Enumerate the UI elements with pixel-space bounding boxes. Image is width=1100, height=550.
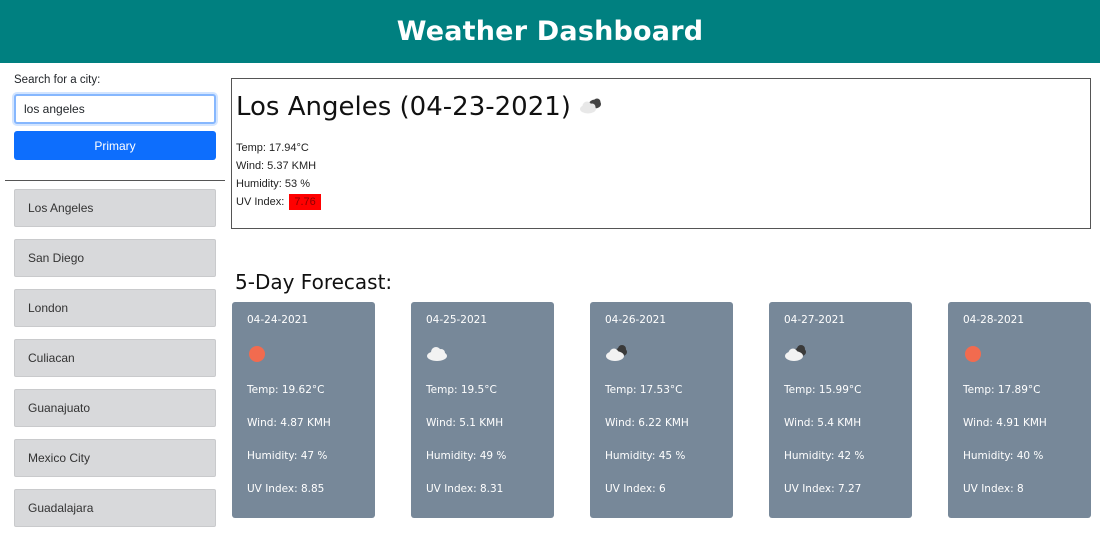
forecast-date: 04-27-2021 [784,314,846,326]
forecast-card: 04-27-2021 Temp: 15.99°C Wind: 5.4 KMH H… [769,302,912,518]
forecast-temp: Temp: 19.5°C [426,384,497,396]
forecast-uv: UV Index: 6 [605,483,666,495]
forecast-wind: Wind: 5.4 KMH [784,417,862,429]
forecast-date: 04-24-2021 [247,314,309,326]
history-button[interactable]: Guanajuato [14,389,216,427]
history-button[interactable]: Los Angeles [14,189,216,227]
uv-label: UV Index: [236,196,285,208]
forecast-wind: Wind: 4.91 KMH [963,417,1047,429]
sidebar: Search for a city: Primary Los Angeles S… [0,63,226,550]
forecast-date: 04-28-2021 [963,314,1025,326]
broken-clouds-icon [784,344,806,362]
forecast-card: 04-28-2021 Temp: 17.89°C Wind: 4.91 KMH … [948,302,1091,518]
forecast-card: 04-25-2021 Temp: 19.5°C Wind: 5.1 KMH Hu… [411,302,554,518]
app-header: Weather Dashboard [0,0,1100,63]
forecast-cards: 04-24-2021 Temp: 19.62°C Wind: 4.87 KMH … [232,302,1092,518]
current-weather-stats: Temp: 17.94°C Wind: 5.37 KMH Humidity: 5… [236,139,321,211]
forecast-uv: UV Index: 8.85 [247,483,325,495]
forecast-humidity: Humidity: 47 % [247,450,328,462]
current-wind: Wind: 5.37 KMH [236,160,317,172]
forecast-uv: UV Index: 8.31 [426,483,504,495]
search-history-list: Los Angeles San Diego London Culiacan Gu… [14,189,216,539]
search-label: Search for a city: [14,74,101,86]
forecast-card: 04-26-2021 Temp: 17.53°C Wind: 6.22 KMH … [590,302,733,518]
current-uv-row: UV Index: 7.76 [236,193,321,211]
forecast-uv: UV Index: 7.27 [784,483,862,495]
current-city-title: Los Angeles (04-23-2021) [236,92,571,122]
forecast-title: 5-Day Forecast: [235,270,393,294]
history-button[interactable]: San Diego [14,239,216,277]
sun-icon [247,344,269,362]
broken-clouds-icon [605,344,627,362]
page-title: Weather Dashboard [396,16,704,47]
forecast-card: 04-24-2021 Temp: 19.62°C Wind: 4.87 KMH … [232,302,375,518]
current-weather-header: Los Angeles (04-23-2021) [236,92,604,122]
forecast-wind: Wind: 4.87 KMH [247,417,331,429]
current-weather-panel: Los Angeles (04-23-2021) Temp: 17.94°C W… [231,78,1091,229]
forecast-humidity: Humidity: 40 % [963,450,1044,462]
forecast-uv: UV Index: 8 [963,483,1024,495]
cloud-icon [426,344,448,362]
forecast-date: 04-26-2021 [605,314,667,326]
forecast-humidity: Humidity: 49 % [426,450,507,462]
forecast-temp: Temp: 17.89°C [963,384,1041,396]
forecast-temp: Temp: 19.62°C [247,384,325,396]
search-button[interactable]: Primary [14,131,216,160]
history-button[interactable]: Mexico City [14,439,216,477]
history-button[interactable]: Culiacan [14,339,216,377]
search-input[interactable] [14,94,216,124]
history-button[interactable]: London [14,289,216,327]
broken-clouds-icon [578,96,604,121]
forecast-temp: Temp: 15.99°C [784,384,862,396]
forecast-humidity: Humidity: 45 % [605,450,686,462]
forecast-humidity: Humidity: 42 % [784,450,865,462]
uv-index-badge: 7.76 [289,194,321,210]
current-humidity: Humidity: 53 % [236,178,310,190]
forecast-wind: Wind: 5.1 KMH [426,417,504,429]
history-button[interactable]: Guadalajara [14,489,216,527]
sidebar-divider [5,180,225,181]
forecast-wind: Wind: 6.22 KMH [605,417,689,429]
forecast-date: 04-25-2021 [426,314,488,326]
current-temp: Temp: 17.94°C [236,142,309,154]
sun-icon [963,344,985,362]
forecast-temp: Temp: 17.53°C [605,384,683,396]
